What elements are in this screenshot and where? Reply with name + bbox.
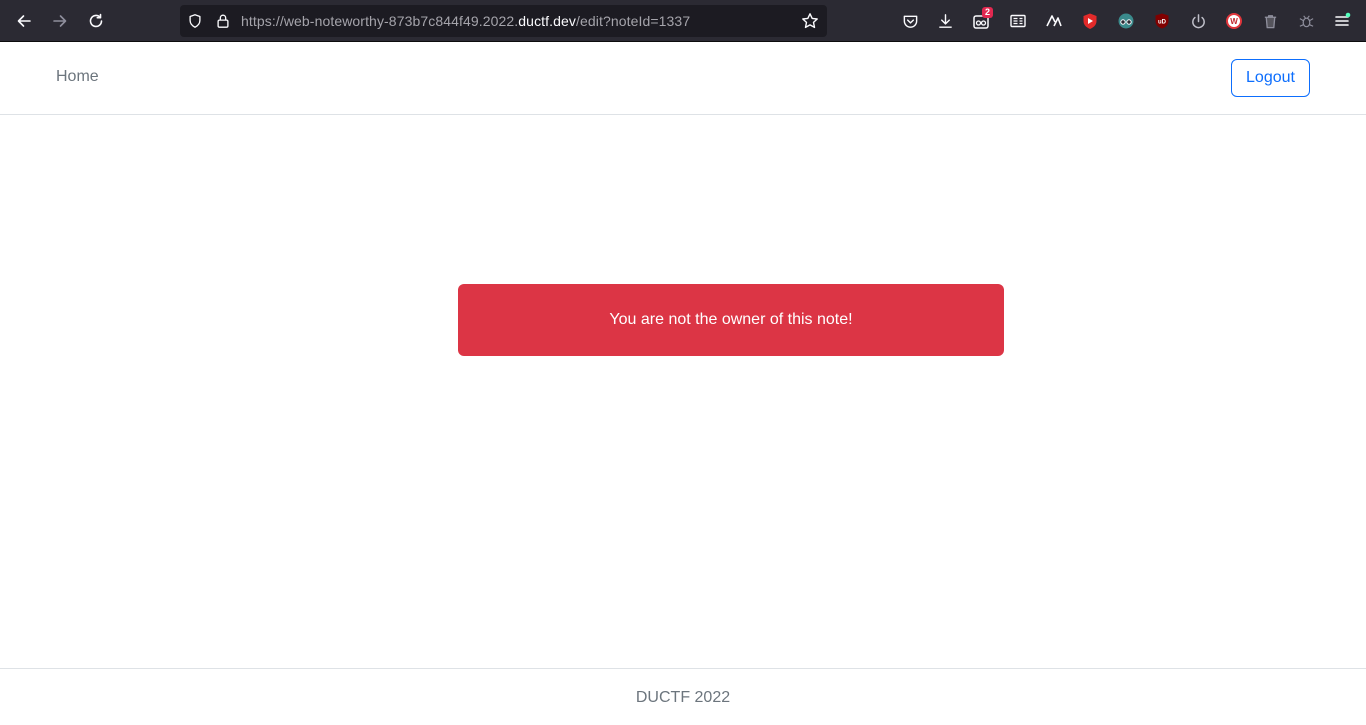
bug-icon[interactable] (1296, 11, 1316, 31)
power-icon[interactable] (1188, 11, 1208, 31)
forward-icon[interactable] (48, 9, 72, 33)
menu-icon[interactable] (1332, 11, 1352, 31)
site-footer: DUCTF 2022 (0, 668, 1366, 725)
alert-message: You are not the owner of this note! (609, 311, 853, 328)
nav-home-link[interactable]: Home (56, 68, 99, 86)
url-domain: ductf.dev (518, 13, 577, 29)
shield-icon[interactable] (186, 12, 204, 30)
wappalyzer-icon[interactable]: W (1224, 11, 1244, 31)
reload-icon[interactable] (84, 9, 108, 33)
download-icon[interactable] (935, 11, 955, 31)
logout-button[interactable]: Logout (1231, 59, 1310, 97)
lock-icon[interactable] (214, 12, 232, 30)
site-navbar: Home Logout (0, 42, 1366, 115)
url-text[interactable]: https://web-noteworthy-873b7c844f49.2022… (241, 13, 690, 29)
url-bar[interactable]: https://web-noteworthy-873b7c844f49.2022… (180, 5, 827, 37)
translate-icon[interactable] (1044, 11, 1064, 31)
reader-view-icon[interactable] (1008, 11, 1028, 31)
back-icon[interactable] (12, 9, 36, 33)
svg-text:W: W (1230, 17, 1238, 26)
browser-toolbar: https://web-noteworthy-873b7c844f49.2022… (0, 0, 1366, 42)
footer-text: DUCTF 2022 (635, 689, 731, 706)
url-suffix: /edit?noteId=1337 (576, 13, 691, 29)
pocket-icon[interactable] (900, 11, 920, 31)
ublock-icon[interactable]: uD (1152, 11, 1172, 31)
url-prefix: https://web-noteworthy-873b7c844f49.2022… (241, 13, 519, 29)
trash-icon[interactable] (1260, 11, 1280, 31)
svg-text:uD: uD (1158, 20, 1167, 26)
youtube-icon[interactable] (1080, 11, 1100, 31)
error-alert: You are not the owner of this note! (458, 284, 1004, 356)
extension-badge: 2 (982, 7, 994, 18)
incognito-extension-icon[interactable] (1116, 11, 1136, 31)
bookmark-star-icon[interactable] (801, 12, 819, 30)
